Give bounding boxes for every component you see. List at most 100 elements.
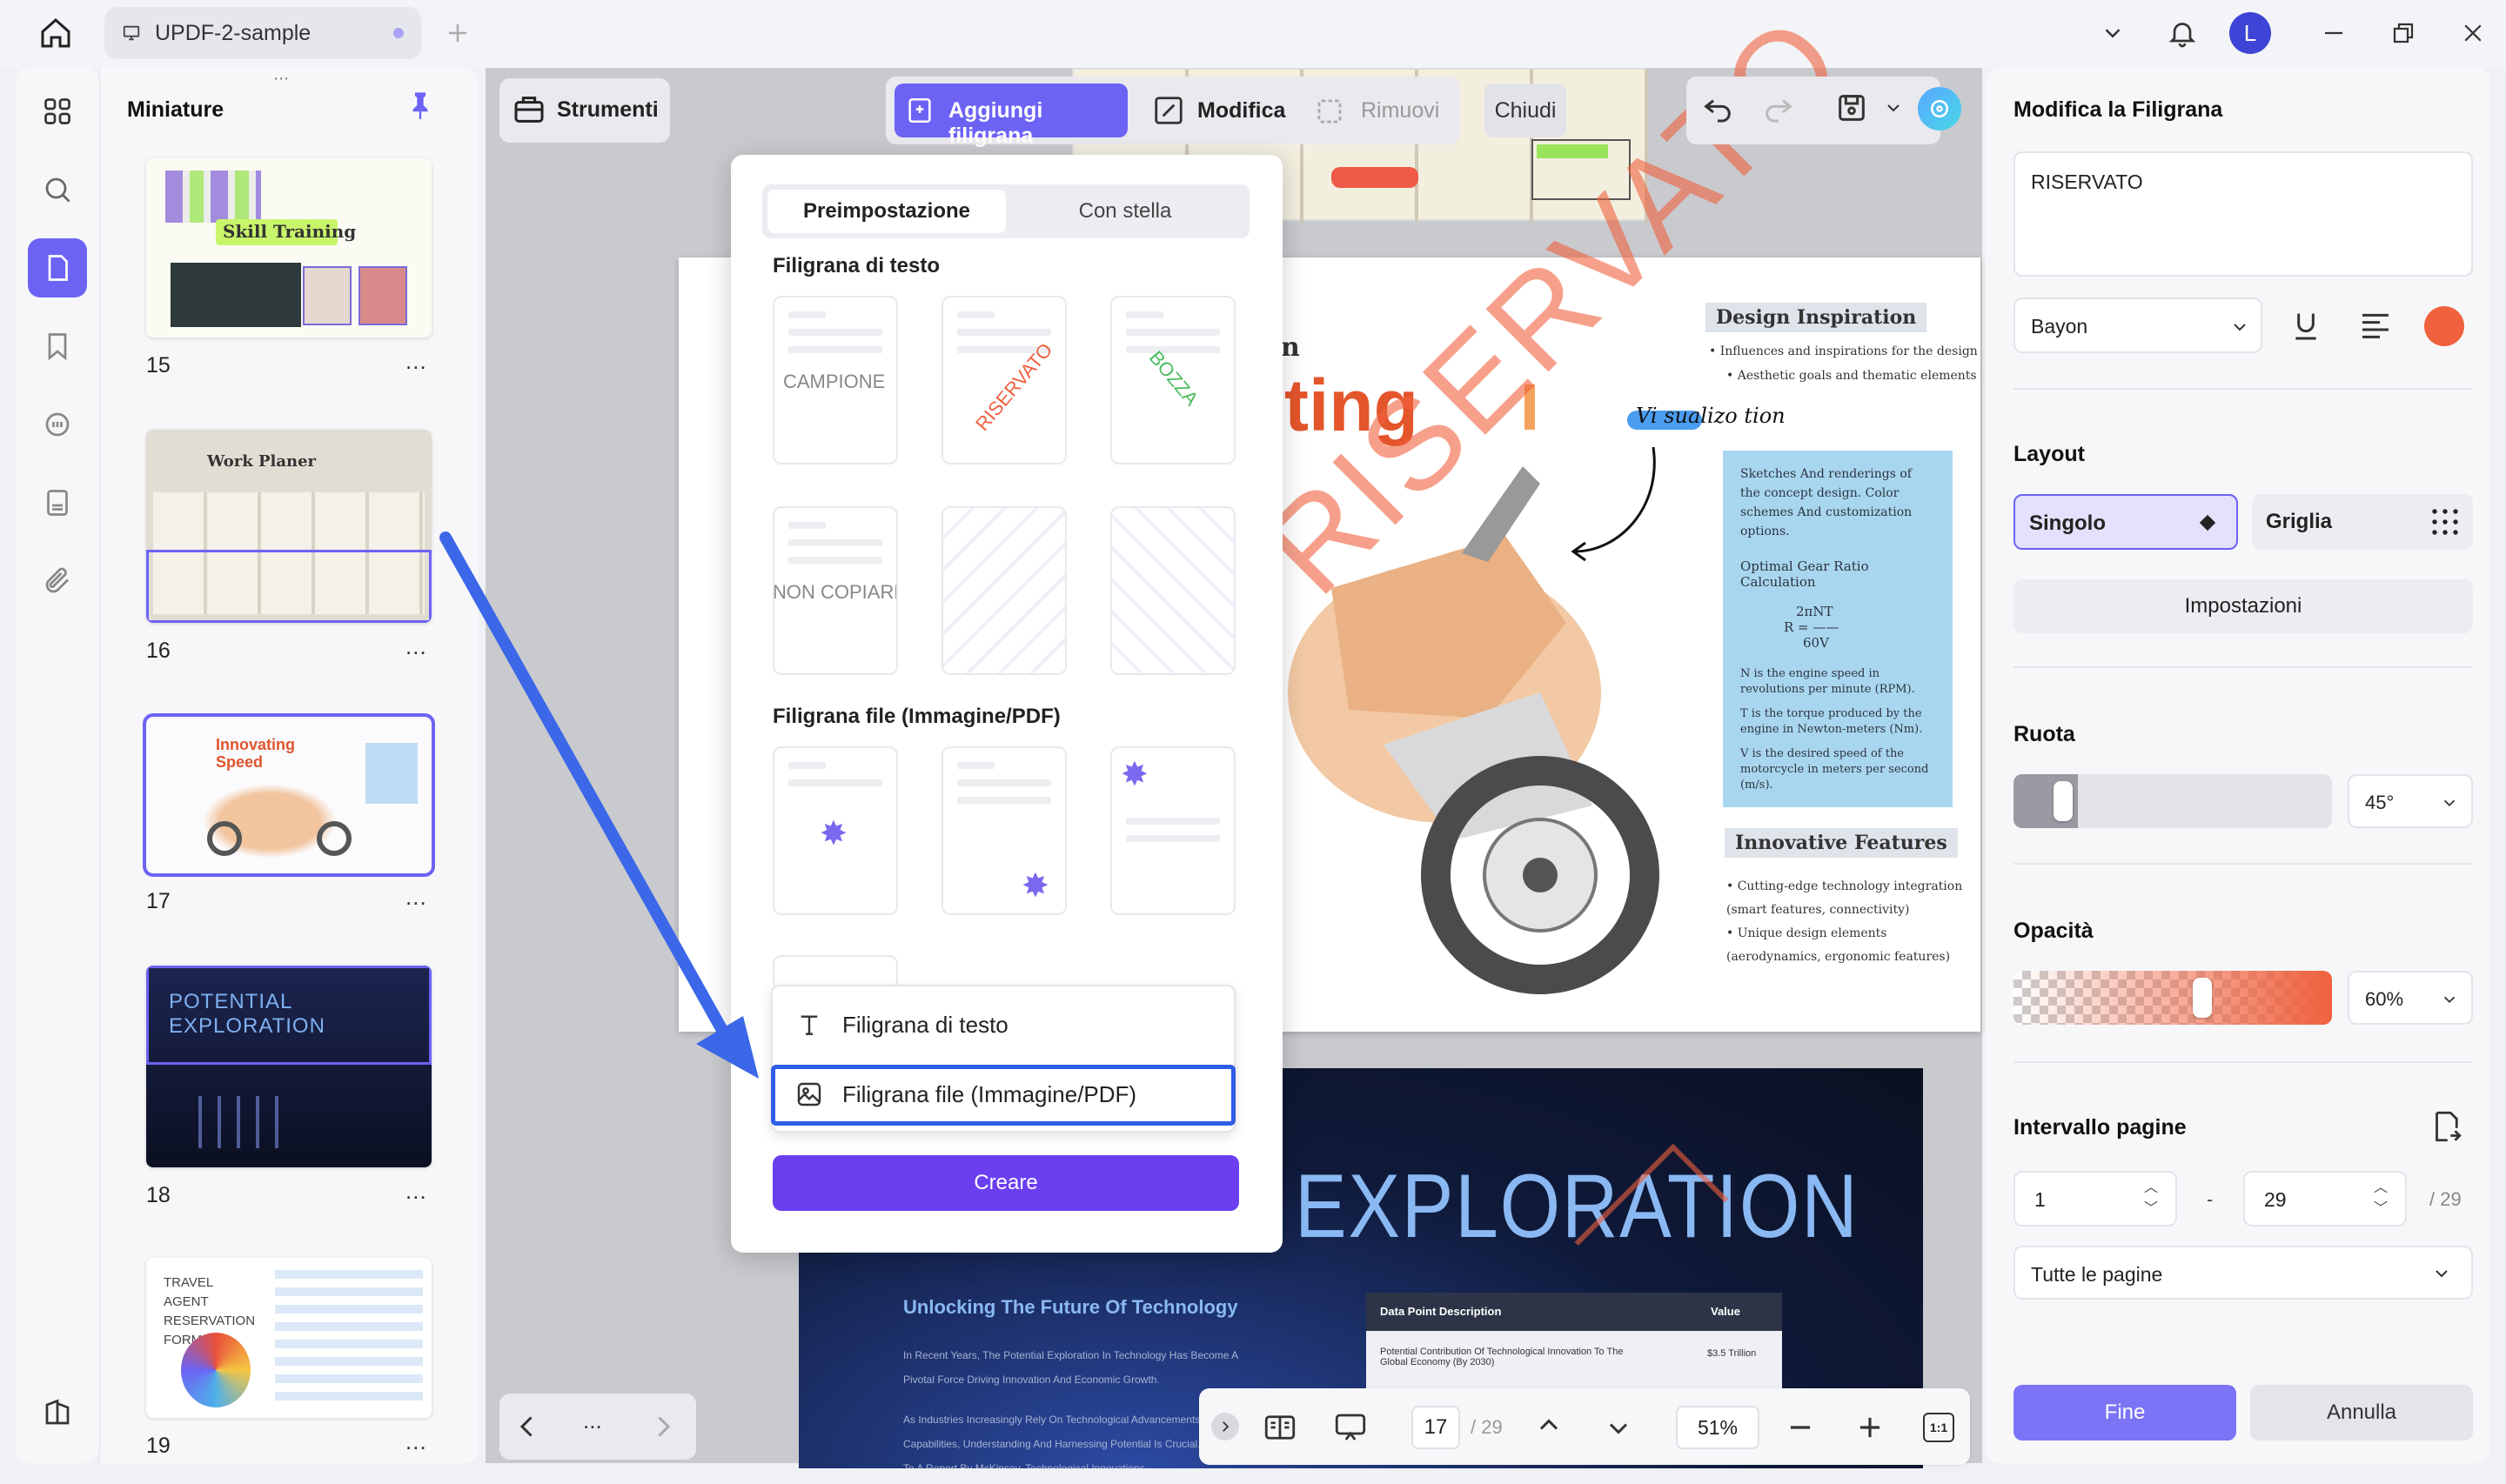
menu-file-watermark[interactable]: Filigrana file (Immagine/PDF) bbox=[795, 1080, 1136, 1108]
page-more-button[interactable]: ... bbox=[405, 1428, 427, 1455]
page-number-input[interactable]: 17 bbox=[1411, 1406, 1460, 1449]
thumbnail-page-16[interactable]: Work Planer bbox=[146, 430, 432, 623]
page-from-stepper[interactable]: ︿ ﹀ bbox=[2144, 1178, 2158, 1220]
menu-text-watermark[interactable]: Filigrana di testo bbox=[795, 1011, 1008, 1039]
visualization-text: Vi sualizo tion bbox=[1636, 404, 1786, 428]
presentation-icon[interactable] bbox=[1331, 1409, 1370, 1450]
edit-watermark-button[interactable]: Modifica bbox=[1145, 84, 1286, 137]
grid-icon[interactable] bbox=[28, 82, 87, 141]
chevron-down-icon[interactable] bbox=[2092, 12, 2134, 54]
layout-grid-button[interactable]: Griglia bbox=[2252, 494, 2473, 550]
chevron-up-icon[interactable] bbox=[1533, 1409, 1565, 1445]
finish-button[interactable]: Fine bbox=[2014, 1385, 2236, 1441]
watermark-icon bbox=[908, 97, 931, 124]
rotate-select[interactable]: 45° bbox=[2348, 774, 2473, 828]
toolbox-icon bbox=[514, 97, 544, 123]
actual-size-button[interactable]: 1:1 bbox=[1923, 1413, 1954, 1442]
page-more-button[interactable]: ... bbox=[405, 1178, 427, 1205]
page-to-stepper[interactable]: ︿ ﹀ bbox=[2374, 1178, 2388, 1220]
font-select[interactable]: Bayon bbox=[2014, 297, 2262, 353]
panel-drag-handle[interactable]: ⋯ bbox=[273, 70, 291, 88]
bookmark-icon[interactable] bbox=[28, 317, 87, 376]
minimize-icon[interactable] bbox=[2313, 12, 2355, 54]
watermark-text-input[interactable]: RISERVATO bbox=[2014, 151, 2473, 277]
page-more-button[interactable]: ... bbox=[405, 348, 427, 375]
underline-icon[interactable] bbox=[2288, 306, 2323, 349]
page-more-button[interactable]: ... bbox=[405, 884, 427, 911]
ai-assistant-icon[interactable] bbox=[1918, 87, 1961, 130]
page-range-icon[interactable] bbox=[2428, 1108, 2464, 1149]
page-subset-select[interactable]: Tutte le pagine bbox=[2014, 1246, 2473, 1300]
new-tab-icon[interactable] bbox=[437, 12, 479, 54]
close-window-icon[interactable] bbox=[2452, 12, 2494, 54]
divider bbox=[2014, 1061, 2473, 1063]
save-dropdown-icon[interactable] bbox=[1883, 97, 1904, 123]
collapse-toolbar-icon[interactable] bbox=[1211, 1413, 1239, 1441]
home-icon[interactable] bbox=[35, 12, 77, 54]
font-select-value: Bayon bbox=[2031, 315, 2088, 338]
zoom-out-icon[interactable] bbox=[1784, 1411, 1817, 1448]
form-icon[interactable] bbox=[28, 473, 87, 532]
settings-button[interactable]: Impostazioni bbox=[2014, 579, 2473, 633]
preset-tiled-2[interactable] bbox=[1110, 506, 1236, 675]
page-to-input[interactable]: 29 ︿ ﹀ bbox=[2243, 1171, 2407, 1227]
bell-icon[interactable] bbox=[2161, 12, 2203, 54]
opacity-select[interactable]: 60% bbox=[2348, 971, 2473, 1025]
cancel-button[interactable]: Annulla bbox=[2250, 1385, 2473, 1441]
page-more-button[interactable]: ... bbox=[405, 633, 427, 660]
left-rail bbox=[16, 68, 99, 1463]
avatar[interactable]: L bbox=[2229, 12, 2271, 54]
layers-icon[interactable] bbox=[28, 1383, 87, 1442]
rotate-slider-thumb[interactable] bbox=[2054, 781, 2073, 821]
thumbnail-page-19[interactable]: TRAVEL AGENT RESERVATION FORM bbox=[146, 1258, 432, 1418]
pin-icon[interactable] bbox=[407, 90, 433, 124]
design-bullet-1: • Influences and inspirations for the de… bbox=[1709, 344, 1978, 358]
file-preset-center[interactable]: ✸ bbox=[773, 746, 898, 915]
undo-icon[interactable] bbox=[1700, 90, 1735, 130]
rotate-slider[interactable] bbox=[2014, 774, 2332, 828]
tab-starred[interactable]: Con stella bbox=[1006, 190, 1244, 233]
preset-non-copiare[interactable]: NON COPIARE bbox=[773, 506, 898, 675]
file-preset-top-left[interactable]: ✸ bbox=[1110, 746, 1236, 915]
preset-campione[interactable]: CAMPIONE bbox=[773, 296, 898, 465]
more-pages-button[interactable]: ... bbox=[583, 1407, 602, 1434]
tools-label: Strumenti bbox=[557, 97, 659, 122]
opacity-slider-thumb[interactable] bbox=[2193, 978, 2212, 1018]
thumbnail-page-17[interactable]: Innovating Speed bbox=[143, 713, 435, 877]
remove-watermark-button[interactable]: Rimuovi bbox=[1310, 84, 1450, 137]
chevron-right-icon[interactable] bbox=[647, 1411, 679, 1447]
restore-icon[interactable] bbox=[2382, 12, 2424, 54]
chevron-down-icon[interactable] bbox=[1603, 1413, 1634, 1448]
thumbnail-page-18[interactable]: POTENTIAL EXPLORATION bbox=[146, 966, 432, 1167]
redo-icon[interactable] bbox=[1761, 90, 1796, 130]
reading-mode-icon[interactable] bbox=[1262, 1409, 1298, 1450]
comment-icon[interactable] bbox=[28, 395, 87, 454]
feature-bullet-1: • Cutting-edge technology integration (s… bbox=[1726, 879, 1963, 917]
add-watermark-button[interactable]: Aggiungi filigrana bbox=[895, 84, 1128, 148]
preset-tiled-1[interactable] bbox=[941, 506, 1067, 675]
create-button[interactable]: Creare bbox=[773, 1155, 1239, 1211]
file-preset-bottom-right[interactable]: ✸ bbox=[941, 746, 1067, 915]
close-watermark-button[interactable]: Chiudi bbox=[1484, 84, 1566, 137]
color-picker[interactable] bbox=[2424, 306, 2464, 346]
page-from-input[interactable]: 1 ︿ ﹀ bbox=[2014, 1171, 2177, 1227]
zoom-in-icon[interactable] bbox=[1853, 1411, 1886, 1448]
layout-single-label: Singolo bbox=[2029, 511, 2106, 535]
preset-bozza[interactable]: BOZZA bbox=[1110, 296, 1236, 465]
search-icon[interactable] bbox=[28, 160, 87, 219]
tools-button[interactable]: Strumenti bbox=[499, 78, 670, 143]
opacity-slider[interactable] bbox=[2014, 971, 2332, 1025]
layout-single-button[interactable]: Singolo bbox=[2014, 494, 2238, 550]
attachment-icon[interactable] bbox=[28, 551, 87, 611]
preset-riservato[interactable]: RISERVATO bbox=[941, 296, 1067, 465]
zoom-level[interactable]: 51% bbox=[1676, 1406, 1759, 1449]
divider bbox=[2014, 666, 2473, 668]
tab-preset[interactable]: Preimpostazione bbox=[767, 190, 1006, 233]
document-tab[interactable]: UPDF-2-sample bbox=[104, 7, 421, 59]
pages-icon[interactable] bbox=[28, 238, 87, 297]
remove-watermark-icon bbox=[1317, 99, 1342, 124]
align-icon[interactable] bbox=[2358, 308, 2393, 347]
save-icon[interactable] bbox=[1834, 90, 1869, 130]
chevron-left-icon[interactable] bbox=[512, 1411, 543, 1447]
thumbnail-page-15[interactable]: Skill Training bbox=[146, 158, 432, 338]
